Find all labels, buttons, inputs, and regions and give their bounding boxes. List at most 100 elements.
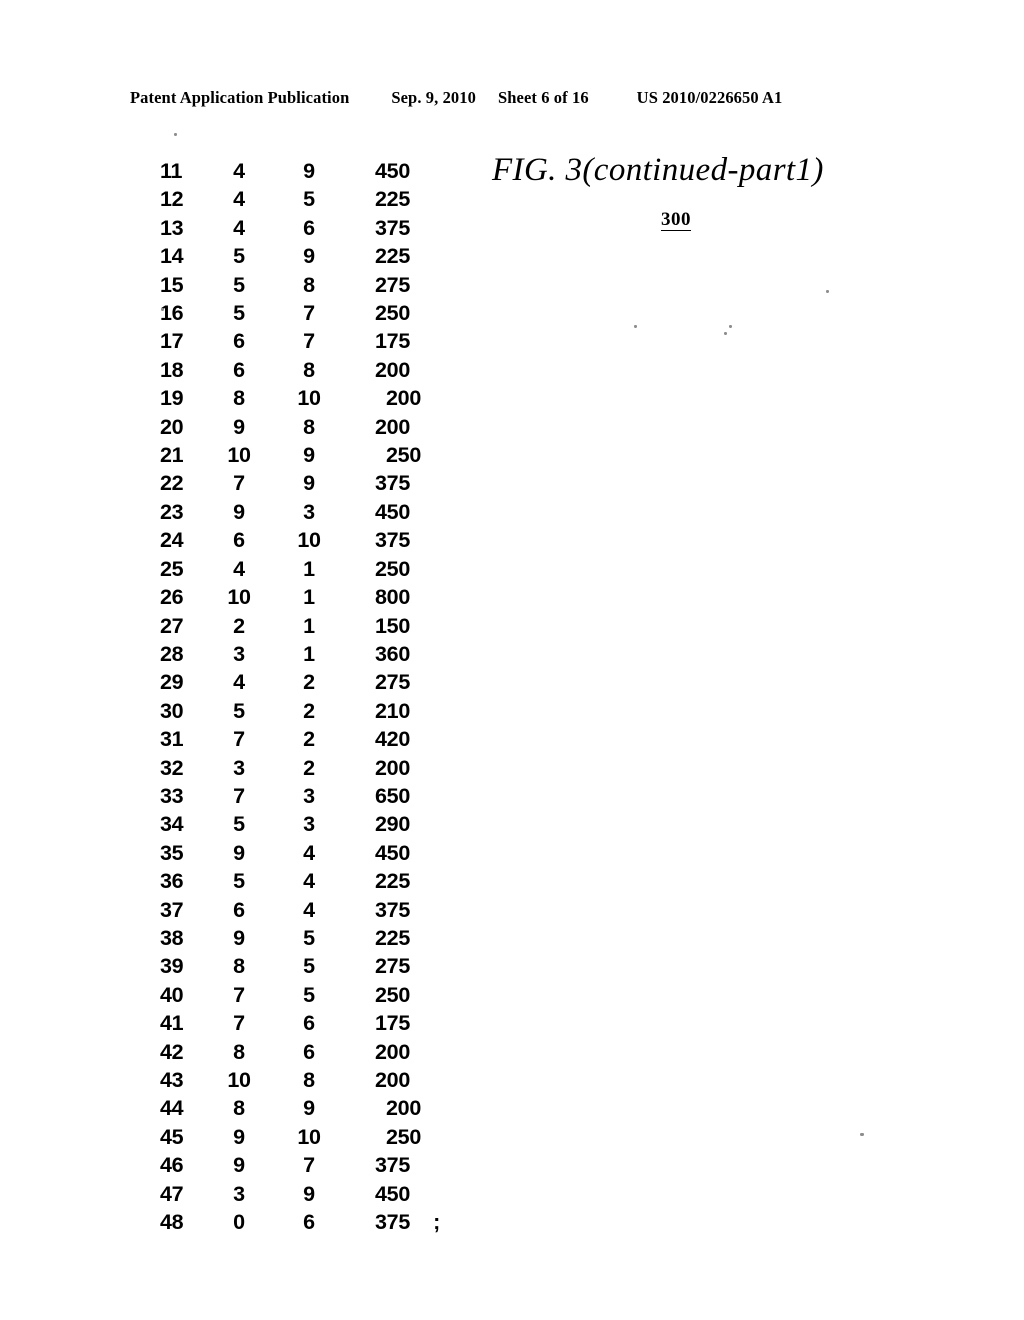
row-col2-cell: 5 <box>233 272 245 297</box>
row-terminator-cell <box>410 555 440 583</box>
row-col3-cell: 6 <box>303 215 315 240</box>
table-row: 35 9 4 450 <box>160 839 440 867</box>
row-col3-cell: 10 <box>297 1124 321 1149</box>
row-index-cell: 42 <box>160 1039 184 1064</box>
table-row: 20 9 8 200 <box>160 413 440 441</box>
row-col3-cell: 3 <box>303 812 315 837</box>
row-col4-cell: 450 <box>375 159 410 183</box>
row-index-cell: 43 <box>160 1068 184 1092</box>
row-col4-cell: 375 <box>375 1210 410 1235</box>
table-row: 41 7 6 175 <box>160 1009 440 1037</box>
row-col3-cell: 9 <box>303 1096 315 1121</box>
row-terminator-cell <box>410 1180 440 1208</box>
row-col4-cell: 375 <box>375 471 410 496</box>
row-col3-cell: 5 <box>303 925 315 950</box>
scan-speck <box>174 133 177 136</box>
row-col3-cell: 10 <box>297 386 321 411</box>
row-col3-cell: 4 <box>303 869 315 894</box>
table-row: 39 8 5 275 <box>160 952 440 980</box>
row-index-cell: 44 <box>160 1096 184 1121</box>
row-col3-cell: 1 <box>303 585 315 610</box>
row-col3-cell: 1 <box>303 641 315 666</box>
table-row: 36 5 4 225 <box>160 867 440 895</box>
table-row: 26 10 1 800 <box>160 583 440 611</box>
scan-speck <box>826 290 829 293</box>
row-col4-cell: 375 <box>375 528 410 553</box>
row-col4-cell: 200 <box>375 1068 410 1092</box>
table-row: 21 10 9 250 <box>160 441 440 469</box>
row-terminator-cell <box>410 214 440 242</box>
row-col4-cell: 800 <box>375 585 410 610</box>
table-row: 18 6 8 200 <box>160 356 440 384</box>
row-col4-cell: 250 <box>386 1124 421 1149</box>
row-index-cell: 23 <box>160 499 184 524</box>
figure-caption: FIG. 3(continued-part1) <box>492 152 824 189</box>
row-terminator-cell <box>410 1009 440 1037</box>
row-col4-cell: 150 <box>375 613 410 638</box>
row-terminator-cell <box>410 299 440 327</box>
row-index-cell: 34 <box>160 812 184 837</box>
table-row: 22 7 9 375 <box>160 469 440 497</box>
row-index-cell: 38 <box>160 925 184 950</box>
row-index-cell: 15 <box>160 272 184 297</box>
publication-label: Patent Application Publication <box>130 88 350 107</box>
row-terminator-cell <box>410 640 440 668</box>
table-row: 40 7 5 250 <box>160 981 440 1009</box>
row-index-cell: 28 <box>160 641 184 666</box>
row-col2-cell: 6 <box>233 329 245 354</box>
row-terminator-cell <box>410 327 440 355</box>
row-col4-cell: 650 <box>375 783 410 808</box>
table-row: 33 7 3 650 <box>160 782 440 810</box>
row-col4-cell: 275 <box>375 954 410 979</box>
row-col2-cell: 6 <box>233 357 245 382</box>
page-header: Patent Application Publication Sep. 9, 2… <box>130 88 894 112</box>
row-col3-cell: 2 <box>303 698 315 723</box>
row-index-cell: 30 <box>160 698 184 723</box>
row-index-cell: 11 <box>160 159 183 183</box>
row-col2-cell: 0 <box>233 1210 245 1235</box>
row-col3-cell: 7 <box>303 329 315 354</box>
row-col3-cell: 9 <box>303 1181 315 1206</box>
row-terminator-cell <box>410 981 440 1009</box>
row-index-cell: 36 <box>160 869 184 894</box>
row-col4-cell: 250 <box>375 556 410 581</box>
publication-date: Sep. 9, 2010 <box>391 88 476 107</box>
row-terminator-cell <box>410 867 440 895</box>
table-row: 34 5 3 290 <box>160 810 440 838</box>
row-terminator-cell <box>410 725 440 753</box>
row-col2-cell: 4 <box>233 556 245 581</box>
patent-number: US 2010/0226650 A1 <box>636 88 783 107</box>
row-col2-cell: 10 <box>227 585 251 610</box>
row-index-cell: 24 <box>160 528 184 553</box>
row-col2-cell: 9 <box>233 499 245 524</box>
row-index-cell: 19 <box>160 386 184 411</box>
table-row: 25 4 1 250 <box>160 555 440 583</box>
table-row: 13 4 6 375 <box>160 214 440 242</box>
row-index-cell: 25 <box>160 556 184 581</box>
row-col4-cell: 375 <box>375 897 410 922</box>
row-col3-cell: 7 <box>303 1153 315 1178</box>
row-col3-cell: 6 <box>303 1210 315 1235</box>
row-col2-cell: 6 <box>233 528 245 553</box>
row-col2-cell: 4 <box>233 159 245 183</box>
table-row: 11 4 9 450 <box>160 157 440 185</box>
row-col3-cell: 2 <box>303 755 315 780</box>
row-col3-cell: 6 <box>303 1039 315 1064</box>
row-col3-cell: 8 <box>303 1068 315 1092</box>
row-col2-cell: 5 <box>233 812 245 837</box>
row-terminator-cell <box>410 668 440 696</box>
row-col4-cell: 290 <box>375 812 410 837</box>
row-terminator-cell <box>410 612 440 640</box>
row-col3-cell: 7 <box>303 301 315 326</box>
row-col2-cell: 9 <box>233 840 245 865</box>
row-terminator-cell <box>410 782 440 810</box>
row-col4-cell: 200 <box>375 755 410 780</box>
row-col3-cell: 2 <box>303 727 315 752</box>
row-col3-cell: 9 <box>303 471 315 496</box>
row-col2-cell: 7 <box>233 727 245 752</box>
row-col4-cell: 225 <box>375 869 410 894</box>
row-index-cell: 45 <box>160 1124 184 1149</box>
row-col4-cell: 375 <box>375 215 410 240</box>
row-col2-cell: 5 <box>233 698 245 723</box>
row-col4-cell: 375 <box>375 1153 410 1178</box>
